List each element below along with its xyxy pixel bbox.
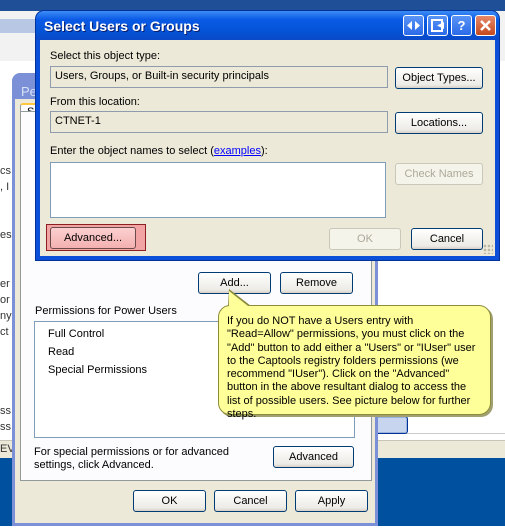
dialog-body: Select this object type: Users, Groups, … (40, 40, 495, 256)
background-text: ss (0, 405, 11, 417)
arrows-icon[interactable] (403, 15, 424, 36)
permission-item[interactable]: Read (48, 346, 74, 358)
exit-icon[interactable] (427, 15, 448, 36)
permissions-for-label: Permissions for Power Users (35, 305, 177, 317)
background-toolbar-band (0, 19, 40, 33)
location-field: CTNET-1 (50, 111, 388, 133)
apply-button[interactable]: Apply (295, 490, 368, 512)
help-icon[interactable]: ? (451, 15, 472, 36)
background-text: cs (0, 165, 11, 177)
ok-button[interactable]: OK (329, 228, 401, 250)
advanced-button[interactable]: Advanced (273, 446, 354, 468)
advanced-button[interactable]: Advanced... (50, 227, 136, 249)
callout-pointer-fill (229, 291, 248, 306)
background-text: , I (0, 181, 10, 193)
background-text: ny (0, 310, 12, 322)
locations-button[interactable]: Locations... (395, 112, 483, 134)
cancel-button[interactable]: Cancel (411, 228, 483, 250)
object-type-field: Users, Groups, or Built-in security prin… (50, 66, 388, 88)
instruction-callout: If you do NOT have a Users entry with "R… (218, 305, 491, 420)
cancel-button[interactable]: Cancel (214, 490, 287, 512)
close-icon[interactable] (475, 15, 496, 36)
background-window-titlebar (0, 0, 505, 11)
object-names-input[interactable] (50, 162, 386, 218)
permission-item[interactable]: Full Control (48, 328, 104, 340)
ok-button[interactable]: OK (133, 490, 206, 512)
permission-item[interactable]: Special Permissions (48, 364, 147, 376)
background-text: er (0, 278, 10, 290)
screen-edge (0, 526, 505, 531)
object-type-label: Select this object type: (50, 50, 161, 62)
location-label: From this location: (50, 96, 140, 108)
examples-link[interactable]: examples (214, 145, 261, 157)
background-text: ct (0, 326, 9, 338)
background-text: or (0, 294, 10, 306)
advanced-button-highlight: Advanced... (46, 224, 146, 251)
object-types-button[interactable]: Object Types... (395, 67, 483, 89)
object-names-label-suffix: ): (260, 145, 268, 157)
advanced-hint-text: For special permissions or for advanced … (34, 446, 230, 471)
callout-text: If you do NOT have a Users entry with "R… (227, 315, 476, 421)
background-list-row (360, 417, 505, 434)
background-text: es (0, 229, 12, 241)
select-users-dialog: Select Users or Groups ? Select this obj… (36, 11, 499, 260)
check-names-button[interactable]: Check Names (395, 163, 483, 185)
dialog-title: Select Users or Groups (44, 18, 200, 34)
dialog-titlebar[interactable]: Select Users or Groups ? (36, 11, 499, 40)
background-text: ss (0, 421, 11, 433)
resize-grip-icon[interactable] (483, 244, 493, 254)
object-names-label: Enter the object names to select (exampl… (50, 145, 268, 157)
remove-button[interactable]: Remove (280, 272, 353, 294)
object-names-label-text: Enter the object names to select ( (50, 145, 214, 157)
